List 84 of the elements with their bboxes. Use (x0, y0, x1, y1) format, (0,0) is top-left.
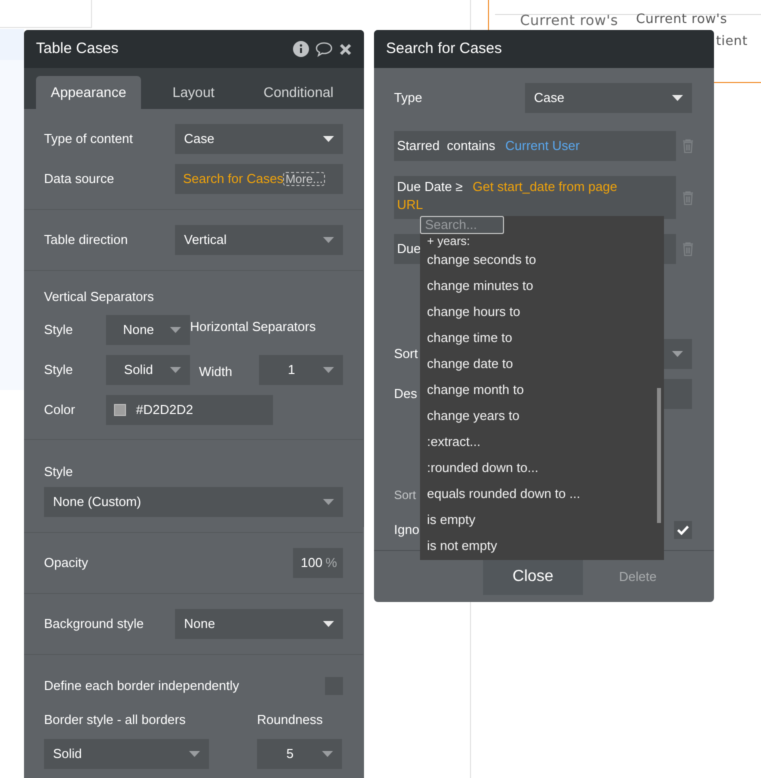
menu-item[interactable]: change years to (420, 403, 664, 429)
dropdown[interactable]: Solid (106, 355, 190, 385)
dropdown[interactable]: Solid (44, 739, 209, 769)
comment-icon[interactable] (315, 41, 333, 57)
opacity-field[interactable]: 100 % (293, 548, 343, 578)
caret-icon (323, 136, 334, 142)
caret-icon (323, 237, 334, 243)
color-swatch[interactable] (114, 404, 126, 416)
caret-icon (170, 367, 181, 373)
field-label: Type (394, 89, 424, 108)
caret-icon (672, 351, 683, 357)
menu-item[interactable]: change seconds to (420, 247, 664, 273)
caret-icon (322, 751, 333, 757)
field-label: Table direction (44, 232, 128, 248)
menu-item[interactable]: is empty (420, 507, 664, 533)
canvas-text: Current row's (520, 14, 618, 28)
canvas-text: tient (716, 35, 748, 48)
panel-title: Table Cases (36, 38, 120, 59)
more-link[interactable]: More... (283, 172, 325, 186)
field-label: Style (44, 362, 73, 378)
dropdown[interactable]: 5 (257, 739, 342, 769)
field-label: Vertical Separators (44, 288, 155, 305)
field-label: Color (44, 402, 76, 418)
search-field[interactable]: Search... (420, 216, 504, 234)
close-button[interactable]: Close (483, 558, 583, 595)
field-label: Igno (394, 522, 420, 538)
trash-icon[interactable] (682, 139, 694, 153)
dropdown[interactable]: None (106, 315, 190, 345)
caret-icon (672, 95, 683, 101)
constraint-row[interactable]: Starred contains Current User (394, 131, 676, 161)
info-icon[interactable] (293, 41, 309, 57)
dropdown[interactable]: Case (525, 83, 692, 113)
scrollbar[interactable] (363, 109, 364, 527)
field-label: Style (44, 463, 74, 480)
color-field[interactable]: #D2D2D2 (106, 395, 273, 425)
caret-icon (189, 751, 200, 757)
field-label: Horizontal Separators (190, 318, 316, 336)
menu-item[interactable]: change month to (420, 377, 664, 403)
canvas-text: Current row's (636, 13, 728, 26)
tab[interactable]: Conditional (246, 76, 351, 109)
dropdown[interactable]: 1 (259, 355, 343, 385)
checkbox[interactable] (674, 521, 692, 539)
panel-title: Search for Cases (386, 38, 502, 59)
field-label: Define each border independently (44, 677, 240, 696)
field-label: Roundness (257, 711, 323, 730)
menu-item[interactable]: change time to (420, 325, 664, 351)
field-label: Des (394, 386, 418, 402)
scrollbar-thumb[interactable] (657, 388, 661, 523)
menu-item[interactable]: :extract... (420, 429, 664, 455)
field-label: Background style (44, 616, 144, 632)
constraint-text: Due (397, 240, 421, 258)
menu-item[interactable]: change hours to (420, 299, 664, 325)
field-label: Style (44, 321, 73, 340)
dropdown[interactable]: Vertical (175, 225, 343, 255)
field-label: Border style - all borders (44, 712, 186, 728)
caret-icon (323, 367, 334, 373)
field-label: Sort (394, 487, 416, 504)
constraint-row[interactable]: Due Date ≥ Get start_date from page URL (394, 176, 676, 219)
close-icon[interactable] (339, 42, 352, 56)
dropdown[interactable]: Case (175, 124, 343, 154)
trash-icon[interactable] (682, 190, 694, 204)
expression-text: Search for Cases (183, 170, 284, 188)
caret-icon (323, 499, 334, 505)
field-label: Type of content (44, 131, 133, 146)
data-source-field[interactable]: Search for Cases More... (175, 164, 343, 194)
tab[interactable]: Layout (141, 76, 246, 109)
menu-item[interactable]: change minutes to (420, 273, 664, 299)
constraint-text: Starred contains Current User (397, 137, 580, 155)
field-label: Width (199, 364, 232, 379)
field-label: Data source (44, 171, 114, 186)
field-label: Opacity (44, 554, 90, 572)
tab[interactable]: Appearance (36, 76, 141, 109)
dropdown[interactable]: None (Custom) (44, 487, 343, 517)
field-label: Sort (394, 346, 418, 362)
menu-item[interactable]: equals rounded down to ... (420, 481, 664, 507)
caret-icon (170, 327, 181, 333)
menu-item[interactable]: + years: (420, 235, 664, 247)
caret-icon (323, 621, 334, 627)
menu-item[interactable]: is not empty (420, 533, 664, 559)
constraint-text: Due Date ≥ Get start_date from page URL (397, 178, 618, 214)
dropdown[interactable]: None (175, 609, 343, 639)
menu-item[interactable]: :rounded down to... (420, 455, 664, 481)
menu-item[interactable]: change date to (420, 351, 664, 377)
trash-icon[interactable] (682, 242, 694, 256)
